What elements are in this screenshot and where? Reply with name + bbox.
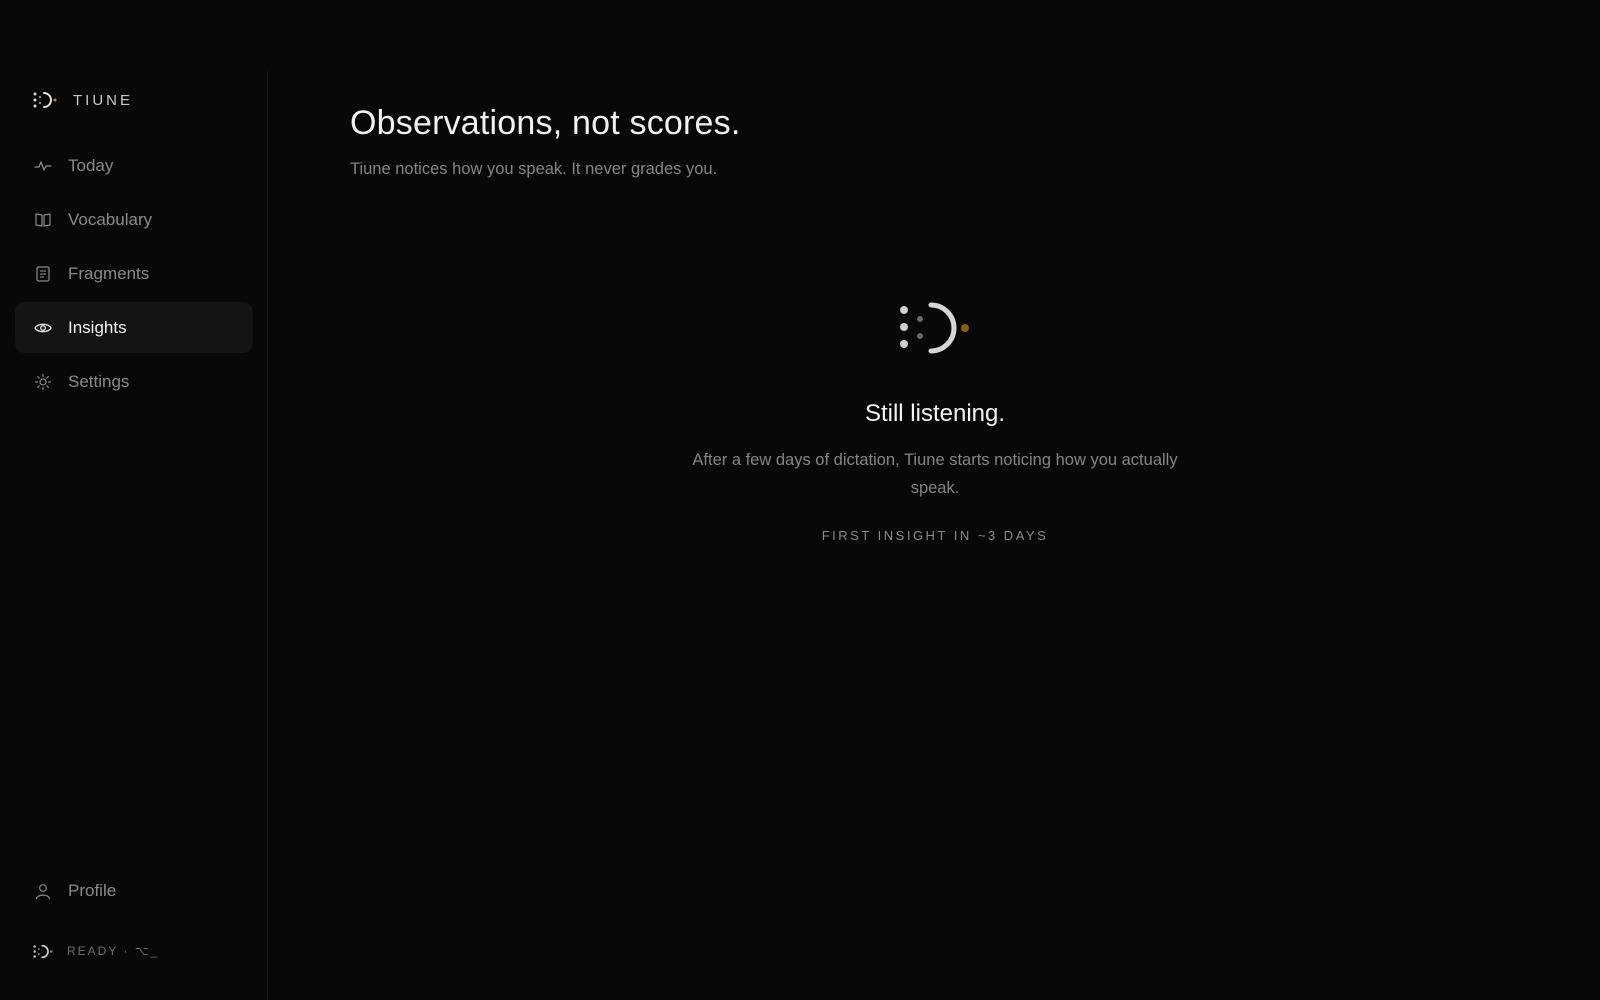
- brand[interactable]: TIUNE: [33, 90, 133, 110]
- sidebar-item-label: Fragments: [68, 263, 150, 283]
- empty-state-eta: FIRST INSIGHT IN ~3 DAYS: [821, 528, 1049, 543]
- empty-state: Still listening. After a few days of dic…: [680, 300, 1190, 543]
- activity-icon: [34, 157, 52, 175]
- sidebar-item-today[interactable]: Today: [15, 140, 253, 191]
- sidebar-item-label: Vocabulary: [68, 209, 153, 229]
- tiune-logo-icon: [33, 91, 57, 109]
- status-indicator: READY · ⌥_: [33, 941, 159, 961]
- tiune-logo-icon: [680, 300, 1190, 360]
- sidebar-item-fragments[interactable]: Fragments: [15, 248, 253, 299]
- sidebar-item-label: Settings: [68, 371, 130, 391]
- app-window: TIUNE Today Vocabulary Fragments Insight…: [0, 0, 1600, 1000]
- document-icon: [34, 265, 52, 283]
- status-text: READY · ⌥_: [67, 944, 160, 958]
- page-title: Observations, not scores.: [350, 104, 741, 142]
- sun-gear-icon: [34, 373, 52, 391]
- sidebar: TIUNE Today Vocabulary Fragments Insight…: [0, 70, 268, 1000]
- empty-state-title: Still listening.: [864, 400, 1006, 427]
- sidebar-item-label: Profile: [68, 881, 117, 900]
- sidebar-nav: Today Vocabulary Fragments Insights Sett…: [15, 140, 253, 410]
- eye-icon: [34, 319, 52, 337]
- sidebar-item-insights[interactable]: Insights: [15, 302, 253, 353]
- brand-name: TIUNE: [73, 91, 133, 109]
- sidebar-item-vocabulary[interactable]: Vocabulary: [15, 194, 253, 245]
- sidebar-item-label: Insights: [68, 317, 127, 337]
- user-icon: [34, 882, 52, 900]
- empty-state-description: After a few days of dictation, Tiune sta…: [692, 451, 1178, 497]
- main-content: Observations, not scores. Tiune notices …: [350, 0, 1520, 1000]
- sidebar-item-settings[interactable]: Settings: [15, 356, 253, 407]
- tiune-logo-icon: [33, 944, 53, 959]
- sidebar-item-profile[interactable]: Profile: [15, 871, 253, 911]
- page-subtitle: Tiune notices how you speak. It never gr…: [350, 160, 718, 178]
- sidebar-item-label: Today: [68, 155, 114, 175]
- book-icon: [34, 211, 52, 229]
